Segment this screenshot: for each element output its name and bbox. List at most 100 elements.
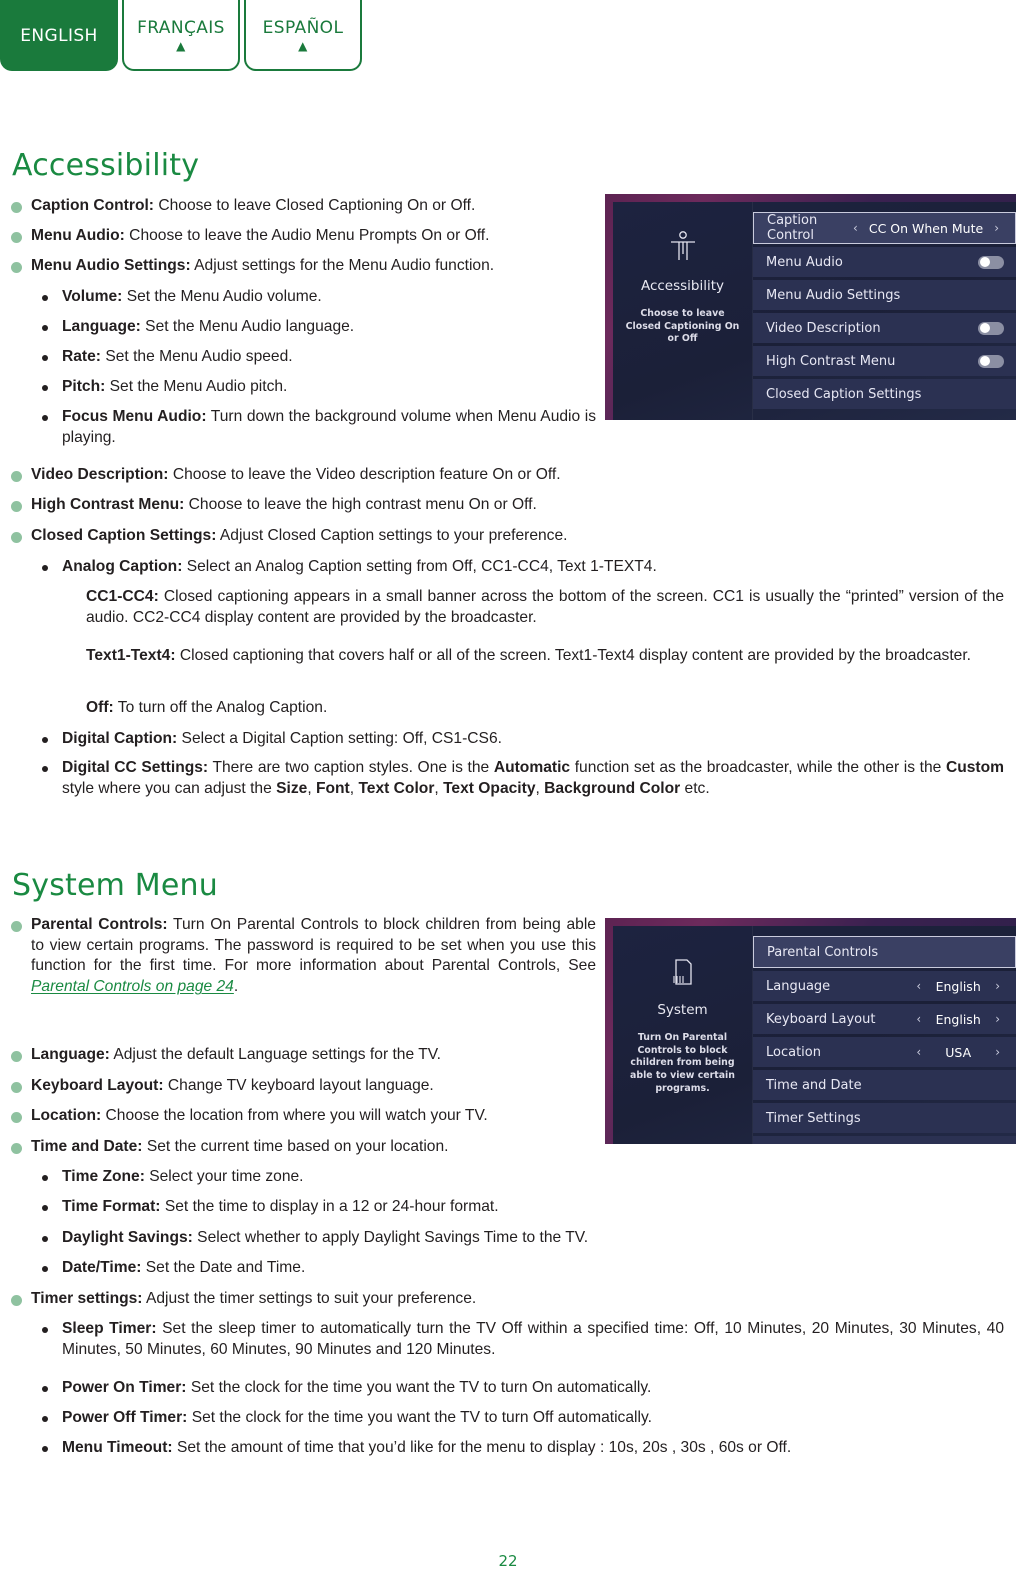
bullet-language: Language: Adjust the default Language se…	[0, 1045, 596, 1066]
bullet-time-and-date: Time and Date: Set the current time base…	[0, 1137, 1004, 1158]
term: Closed Caption Settings:	[31, 527, 217, 544]
term: Language:	[62, 318, 141, 335]
desc: Adjust Closed Caption settings to your p…	[216, 527, 568, 544]
chevron-right-icon[interactable]: ›	[995, 1045, 1000, 1059]
bullet-menu-audio: Menu Audio: Choose to leave the Audio Me…	[0, 226, 596, 247]
tv-row-menu-audio-settings[interactable]: Menu Audio Settings	[753, 280, 1016, 310]
bullet-menu-timeout: Menu Timeout: Set the amount of time tha…	[0, 1438, 1004, 1459]
desc: Choose to leave Closed Captioning On or …	[154, 197, 476, 214]
tv-row-menu-audio[interactable]: Menu Audio	[753, 247, 1016, 277]
tv-row-label: Timer Settings	[766, 1110, 861, 1126]
term: Pitch:	[62, 378, 106, 395]
triangle-up-icon: ▲	[176, 39, 186, 53]
para-cc1-cc4: CC1-CC4: Closed captioning appears in a …	[0, 587, 1004, 628]
desc: Adjust the timer settings to suit your p…	[142, 1290, 477, 1307]
chevron-left-icon[interactable]: ‹	[916, 979, 921, 993]
term: Power Off Timer:	[62, 1409, 188, 1426]
emphasis-custom: Custom	[945, 759, 1004, 776]
desc: Set the time to display in a 12 or 24-ho…	[160, 1198, 499, 1215]
bullet-time-zone: Time Zone: Select your time zone.	[0, 1167, 1004, 1188]
term: High Contrast Menu:	[31, 496, 185, 513]
chevron-right-icon[interactable]: ›	[995, 979, 1000, 993]
tv-row-high-contrast-menu[interactable]: High Contrast Menu	[753, 346, 1016, 376]
tv-row-video-description[interactable]: Video Description	[753, 313, 1016, 343]
tv-sidebar: Accessibility Choose to leave Closed Cap…	[613, 202, 753, 420]
desc: Closed captioning appears in a small ban…	[86, 588, 1004, 626]
bullet-caption-control: Caption Control: Choose to leave Closed …	[0, 196, 596, 217]
desc: Select a Digital Caption setting: Off, C…	[177, 730, 502, 747]
desc: Set the Menu Audio volume.	[122, 288, 322, 305]
desc: To turn off the Analog Caption.	[113, 699, 328, 716]
toggle-switch-video-description[interactable]	[978, 321, 1004, 335]
desc: Change TV keyboard layout language.	[163, 1077, 434, 1094]
tv-row-label: Parental Controls	[767, 944, 879, 960]
emphasis-text-color: Text Color	[358, 779, 435, 797]
manual-page: ENGLISH FRANÇAIS ▲ ESPAÑOL ▲ Accessibili…	[0, 0, 1016, 1592]
desc: Choose the location from where you will …	[101, 1107, 488, 1124]
tv-sidebar: System Turn On Parental Controls to bloc…	[613, 926, 753, 1144]
term: Caption Control:	[31, 197, 154, 214]
desc: Choose to leave the Video description fe…	[168, 466, 561, 483]
language-tab-english[interactable]: ENGLISH	[0, 0, 118, 71]
bullet-digital-cc-settings: Digital CC Settings: There are two capti…	[0, 758, 1004, 799]
tv-row-time-and-date[interactable]: Time and Date	[753, 1070, 1016, 1100]
bullet-volume: Volume: Set the Menu Audio volume.	[0, 287, 596, 308]
language-tab-label: FRANÇAIS	[137, 18, 225, 38]
chevron-right-icon[interactable]: ›	[994, 221, 999, 235]
tv-row-stepper[interactable]: ‹ English ›	[916, 1012, 1004, 1027]
tv-row-stepper[interactable]: ‹ English ›	[916, 979, 1004, 994]
desc: etc.	[680, 779, 710, 797]
tv-row-stepper[interactable]: ‹ USA ›	[916, 1045, 1004, 1060]
emphasis-size: Size	[276, 779, 308, 797]
para-text1-text4: Text1-Text4: Closed captioning that cove…	[0, 646, 1004, 667]
toggle-switch-menu-audio[interactable]	[978, 255, 1004, 269]
tv-panel-title: System	[657, 1002, 708, 1018]
bullet-power-on-timer: Power On Timer: Set the clock for the ti…	[0, 1378, 1004, 1399]
tv-row-label: Menu Audio Settings	[766, 287, 901, 303]
desc: ,	[535, 779, 545, 797]
tv-row-label: Location	[766, 1044, 821, 1060]
triangle-up-icon: ▲	[298, 39, 308, 53]
desc: Choose to leave the high contrast menu O…	[184, 496, 537, 513]
tv-row-location[interactable]: Location ‹ USA ›	[753, 1037, 1016, 1067]
chevron-left-icon[interactable]: ‹	[853, 221, 858, 235]
tv-row-value: CC On When Mute	[868, 220, 984, 236]
desc: Set the Menu Audio speed.	[101, 348, 293, 365]
desc: function set as the broadcaster, while t…	[570, 759, 946, 776]
emphasis-text-opacity: Text Opacity	[443, 779, 536, 797]
link-parental-controls-page-24[interactable]: Parental Controls on page 24	[31, 978, 234, 995]
language-tab-label: ENGLISH	[20, 25, 98, 46]
language-tab-espanol[interactable]: ESPAÑOL ▲	[244, 0, 362, 71]
bullet-analog-caption: Analog Caption: Select an Analog Caption…	[0, 557, 1004, 578]
toggle-switch-high-contrast-menu[interactable]	[978, 354, 1004, 368]
tv-panel-description: Turn On Parental Controls to block child…	[630, 1032, 735, 1094]
term: Timer settings:	[31, 1290, 143, 1307]
tv-screenshot-accessibility: Accessibility Choose to leave Closed Cap…	[605, 194, 1016, 420]
tv-row-timer-settings[interactable]: Timer Settings	[753, 1103, 1016, 1133]
section-heading-accessibility: Accessibility	[12, 148, 200, 183]
chevron-right-icon[interactable]: ›	[995, 1012, 1000, 1026]
system-chip-icon	[669, 944, 697, 1000]
term: Parental Controls:	[31, 916, 168, 933]
desc: Closed captioning that covers half or al…	[175, 647, 971, 664]
chevron-left-icon[interactable]: ‹	[916, 1012, 921, 1026]
tv-row-keyboard-layout[interactable]: Keyboard Layout ‹ English ›	[753, 1004, 1016, 1034]
tv-row-closed-caption-settings[interactable]: Closed Caption Settings	[753, 379, 1016, 409]
tv-row-stepper[interactable]: ‹ CC On When Mute ›	[853, 221, 1003, 236]
tv-row-label: Menu Audio	[766, 254, 843, 270]
bullet-parental-controls: Parental Controls: Turn On Parental Cont…	[0, 915, 596, 998]
tv-panel-title: Accessibility	[640, 278, 725, 294]
desc: Set the clock for the time you want the …	[186, 1379, 652, 1396]
desc: ,	[434, 779, 444, 797]
term: Daylight Savings:	[62, 1229, 193, 1246]
bullet-timer-settings: Timer settings: Adjust the timer setting…	[0, 1289, 1004, 1310]
emphasis-font: Font	[315, 779, 350, 797]
language-tab-francais[interactable]: FRANÇAIS ▲	[122, 0, 240, 71]
tv-row-value: English	[935, 1011, 981, 1027]
tv-row-caption-control[interactable]: Caption Control ‹ CC On When Mute ›	[753, 212, 1016, 244]
tv-row-parental-controls[interactable]: Parental Controls	[753, 936, 1016, 968]
desc: Select whether to apply Daylight Savings…	[192, 1229, 589, 1246]
tv-row-language[interactable]: Language ‹ English ›	[753, 971, 1016, 1001]
tv-row-label: Video Description	[766, 320, 881, 336]
chevron-left-icon[interactable]: ‹	[916, 1045, 921, 1059]
